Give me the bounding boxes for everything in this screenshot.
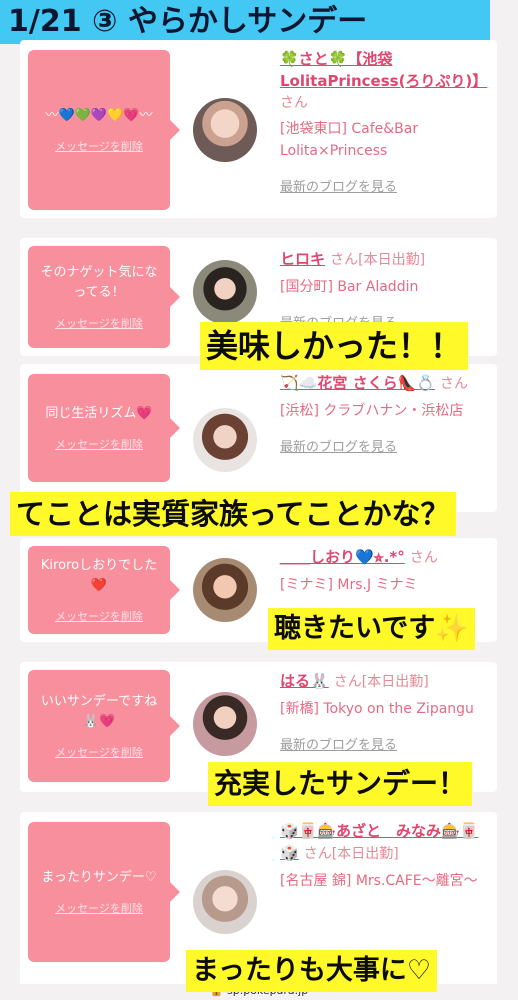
message-card: 〰💙💚💜💛💗〰 メッセージを削除 🍀さと🍀【池袋LolitaPrincess(ろ… xyxy=(20,40,497,218)
message-card: 同じ生活リズム💗 メッセージを削除 🏹☁️花宮 さくら👠💍 さん [浜松] クラ… xyxy=(20,364,497,512)
message-bubble: そのナゲット気になってる！ メッセージを削除 xyxy=(28,246,180,348)
delete-message-link[interactable]: メッセージを削除 xyxy=(55,315,143,331)
avatar[interactable] xyxy=(193,692,257,756)
message-bubble: 〰💙💚💜💛💗〰 メッセージを削除 xyxy=(28,50,180,210)
caption-relaxing: まったりも大事に♡ xyxy=(186,950,438,992)
shop-name: [浜松] クラブハナン・浜松店 xyxy=(280,403,464,419)
message-text: Kiroroしおりでした❤️ xyxy=(40,558,158,593)
avatar[interactable] xyxy=(193,98,257,162)
message-bubble: Kiroroしおりでした❤️ メッセージを削除 xyxy=(28,546,180,634)
message-text: そのナゲット気になってる！ xyxy=(40,265,158,300)
delete-message-link[interactable]: メッセージを削除 xyxy=(55,744,143,760)
cast-name-link[interactable]: はる🐰 xyxy=(280,672,329,690)
honorific: さん xyxy=(303,846,332,862)
avatar[interactable] xyxy=(193,408,257,472)
shop-name: [国分町] Bar Aladdin xyxy=(280,279,419,295)
latest-blog-link[interactable]: 最新のブログを見る xyxy=(280,436,490,455)
status-label: [本日出勤] xyxy=(331,846,399,862)
message-text: いいサンデーですね🐰💗 xyxy=(40,694,158,729)
cast-name-link[interactable]: ヒロキ xyxy=(280,250,325,268)
status-label: [本日出勤] xyxy=(361,674,429,690)
page-title: 1/21 ③ やらかしサンデー xyxy=(0,0,490,44)
avatar[interactable] xyxy=(193,260,257,324)
message-bubble: いいサンデーですね🐰💗 メッセージを削除 xyxy=(28,670,180,782)
shop-name: [ミナミ] Mrs.J ミナミ xyxy=(280,577,418,593)
cast-name-link[interactable]: 🏹☁️花宮 さくら👠💍 xyxy=(280,374,435,392)
message-bubble: まったりサンデー♡ メッセージを削除 xyxy=(28,822,180,962)
caption-family: てことは実質家族ってことかな？ xyxy=(10,492,456,536)
shop-name: [名古屋 錦] Mrs.CAFE〜離宮〜 xyxy=(280,873,478,889)
avatar[interactable] xyxy=(193,558,257,622)
shop-name: [新橋] Tokyo on the Zipangu xyxy=(280,701,474,717)
status-label: [本日出勤] xyxy=(358,252,426,268)
honorific: さん xyxy=(280,95,308,111)
message-bubble: 同じ生活リズム💗 メッセージを削除 xyxy=(28,374,180,482)
cast-name-link[interactable]: 🍀さと🍀【池袋LolitaPrincess(ろりぷり)】 xyxy=(280,50,487,90)
avatar[interactable] xyxy=(193,870,257,934)
honorific: さん xyxy=(409,550,438,566)
honorific: さん xyxy=(333,674,362,690)
message-text: まったりサンデー♡ xyxy=(41,870,157,885)
caption-fulfilling-sunday: 充実したサンデー！ xyxy=(208,762,473,806)
honorific: さん xyxy=(330,252,359,268)
caption-delicious: 美味しかった！！ xyxy=(200,322,469,370)
latest-blog-link[interactable]: 最新のブログを見る xyxy=(280,734,490,753)
delete-message-link[interactable]: メッセージを削除 xyxy=(55,608,143,624)
caption-want-to-listen: 聴きたいです✨ xyxy=(268,608,475,650)
delete-message-link[interactable]: メッセージを削除 xyxy=(55,138,143,154)
delete-message-link[interactable]: メッセージを削除 xyxy=(55,900,143,916)
honorific: さん xyxy=(440,376,469,392)
latest-blog-link[interactable]: 最新のブログを見る xyxy=(280,176,490,195)
delete-message-link[interactable]: メッセージを削除 xyxy=(55,436,143,452)
cast-name-link[interactable]: ＿＿しおり💙⭐︎.*° xyxy=(280,548,405,566)
message-text: 〰💙💚💜💛💗〰 xyxy=(45,108,153,123)
shop-name: [池袋東口] Cafe&Bar Lolita×Princess xyxy=(280,121,419,159)
message-text: 同じ生活リズム💗 xyxy=(45,406,153,421)
